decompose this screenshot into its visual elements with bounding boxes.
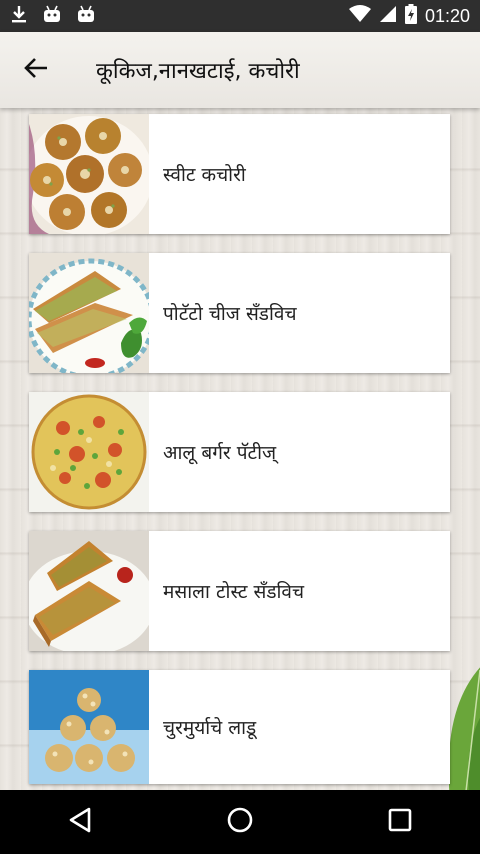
- app-bar: कूकिज,नानखटाई, कचोरी: [0, 32, 480, 108]
- recipe-title: आलू बर्गर पॅटीज्: [163, 442, 277, 464]
- list-item[interactable]: आलू बर्गर पॅटीज्: [29, 392, 450, 512]
- recipe-thumbnail-potato-cheese-sandwich: [29, 253, 149, 373]
- list-item[interactable]: स्वीट कचोरी: [29, 114, 450, 234]
- home-circle-icon: [226, 806, 254, 838]
- recipe-title: चुरमुर्याचे लाडू: [163, 717, 257, 739]
- download-icon: [10, 4, 28, 28]
- recipe-thumbnail-aloo-burger-patties: [29, 392, 149, 512]
- back-button[interactable]: [0, 32, 72, 108]
- notification-icons: [10, 4, 96, 28]
- system-icons: 01:20: [348, 4, 470, 28]
- wifi-icon: [348, 5, 371, 27]
- nav-back-button[interactable]: [40, 790, 120, 854]
- recipe-title: मसाला टोस्ट सॅंडविच: [163, 581, 305, 603]
- navigation-bar: [0, 790, 480, 854]
- android-notification-icon: [42, 5, 62, 27]
- status-bar: 01:20: [0, 0, 480, 32]
- recents-square-icon: [387, 807, 413, 837]
- recipe-title: पोटॅटो चीज सॅंडविच: [163, 303, 297, 325]
- back-triangle-icon: [67, 806, 93, 838]
- arrow-left-icon: [23, 57, 49, 83]
- recipe-thumbnail-churmuryache-ladoo: [29, 670, 149, 784]
- signal-icon: [379, 5, 397, 27]
- recipe-thumbnail-sweet-kachori: [29, 114, 149, 234]
- recipe-thumbnail-masala-toast-sandwich: [29, 531, 149, 651]
- android-notification-icon: [76, 5, 96, 27]
- list-item[interactable]: चुरमुर्याचे लाडू: [29, 670, 450, 784]
- list-item[interactable]: मसाला टोस्ट सॅंडविच: [29, 531, 450, 651]
- page-title: कूकिज,नानखटाई, कचोरी: [96, 59, 300, 84]
- recipe-title: स्वीट कचोरी: [163, 164, 246, 186]
- recipe-list[interactable]: स्वीट कचोरी पोटॅटो चीज सॅंडविच आलू बर्गर…: [0, 108, 480, 790]
- nav-recents-button[interactable]: [360, 790, 440, 854]
- clock: 01:20: [424, 5, 470, 26]
- nav-home-button[interactable]: [200, 790, 280, 854]
- battery-charging-icon: [404, 4, 417, 28]
- list-item[interactable]: पोटॅटो चीज सॅंडविच: [29, 253, 450, 373]
